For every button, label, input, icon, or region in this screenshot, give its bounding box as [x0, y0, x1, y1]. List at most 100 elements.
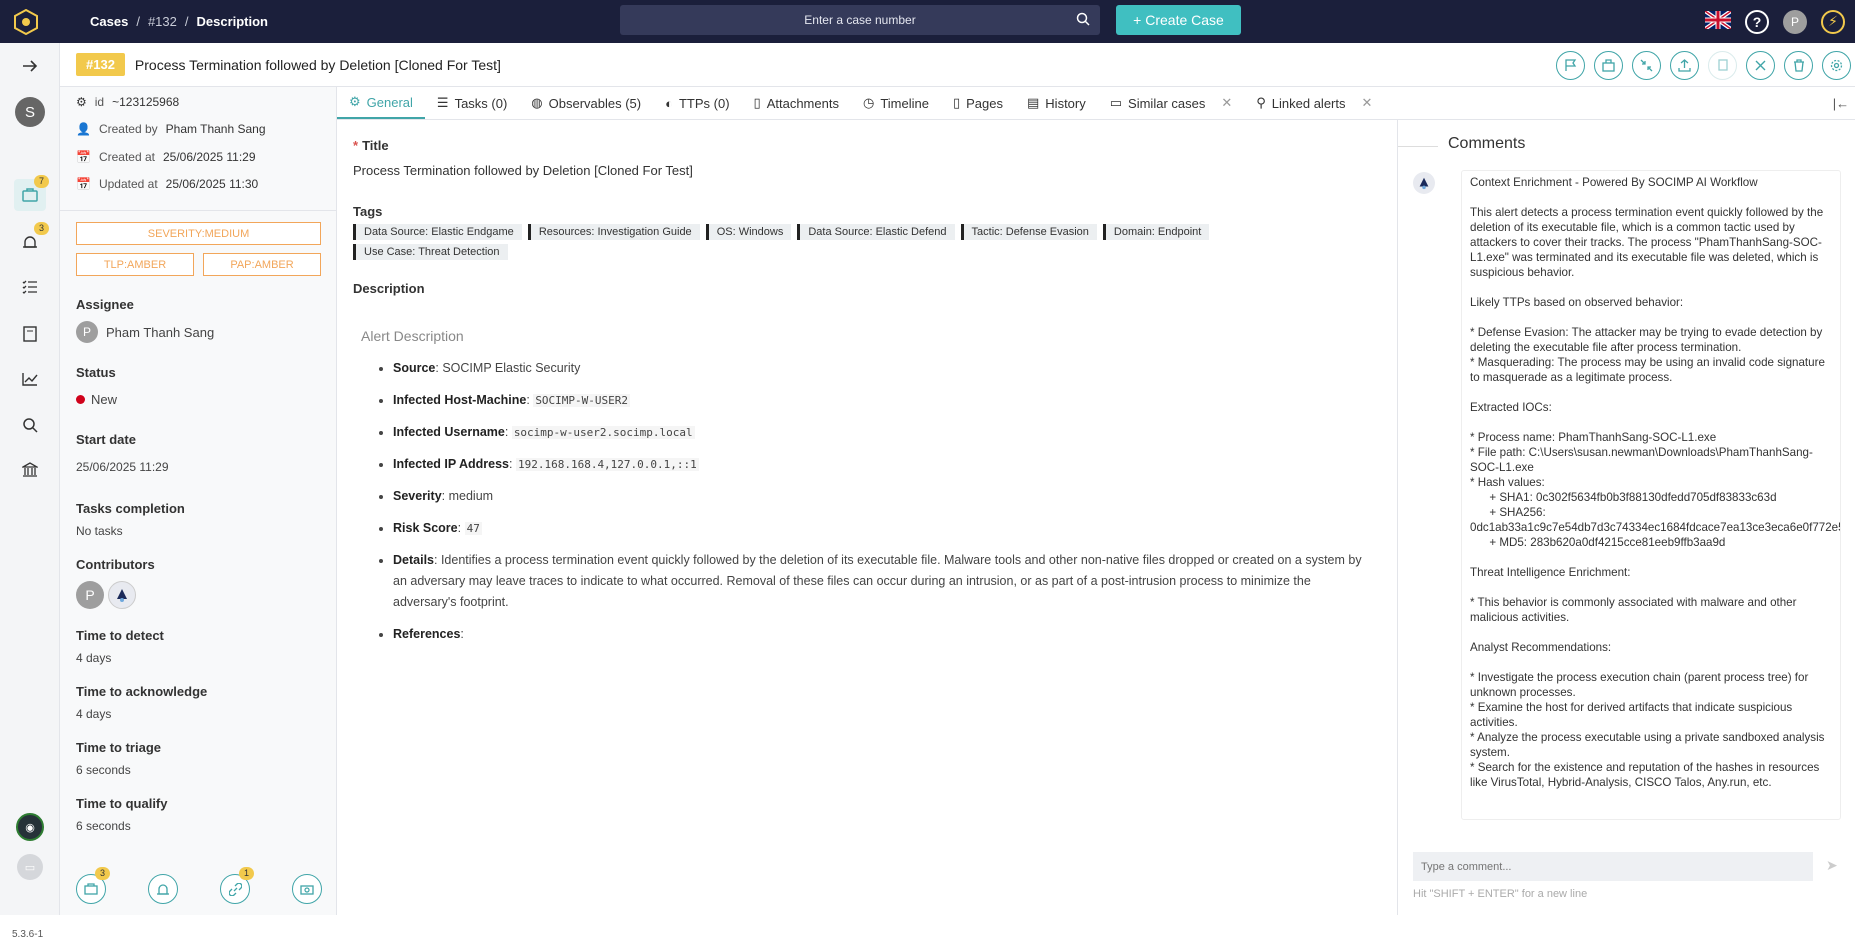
tab-pages[interactable]: ▯ Pages	[941, 87, 1015, 119]
gear-icon: ⚙	[76, 95, 87, 109]
gear-icon	[1830, 59, 1843, 72]
related-cases-button[interactable]: 3	[76, 867, 111, 904]
related-alerts-button[interactable]	[148, 874, 178, 904]
comment-hint: Hit "SHIFT + ENTER" for a new line	[1413, 888, 1588, 900]
chat-icon[interactable]: ▭	[14, 851, 46, 883]
delete-button[interactable]	[1784, 51, 1813, 80]
lightning-icon[interactable]: ⚡	[1821, 9, 1845, 34]
book-icon	[23, 326, 37, 342]
tags-label: Tags	[353, 204, 383, 219]
tab-general[interactable]: ⚙ General	[337, 87, 425, 119]
version-label: 5.3.6-1	[12, 929, 44, 940]
case-header: #132 Process Termination followed by Del…	[60, 43, 1855, 87]
nav-organisation[interactable]	[14, 454, 46, 486]
list-item: Details: Identifies a process terminatio…	[393, 550, 1373, 613]
ttd-label: Time to detect	[76, 628, 164, 643]
alert-description-heading: Alert Description	[361, 328, 464, 344]
flag-button[interactable]	[1556, 51, 1585, 80]
tag[interactable]: Use Case: Threat Detection	[353, 244, 508, 260]
search-icon[interactable]	[1076, 12, 1090, 26]
tags-list[interactable]: Data Source: Elastic Endgame Resources: I…	[353, 224, 1253, 260]
close-case-button[interactable]	[1746, 51, 1775, 80]
org-avatar[interactable]: S	[14, 96, 46, 128]
ttq-value: 6 seconds	[76, 819, 131, 833]
thehive-logo[interactable]	[0, 0, 52, 43]
description-label: Description	[353, 281, 425, 296]
tag[interactable]: Tactic: Defense Evasion	[960, 224, 1097, 240]
brain-icon[interactable]: ◉	[14, 811, 46, 843]
nav-search[interactable]	[14, 409, 46, 441]
send-icon[interactable]: ➤	[1826, 857, 1838, 874]
list-item: Risk Score: 47	[393, 518, 1391, 539]
case-actions	[1556, 51, 1851, 80]
tag[interactable]: Domain: Endpoint	[1102, 224, 1210, 240]
tag[interactable]: Data Source: Elastic Defend	[797, 224, 955, 240]
linked-items-button[interactable]: 1	[220, 867, 255, 904]
tab-linked-alerts[interactable]: ⚲ Linked alerts ✕	[1244, 87, 1384, 119]
close-tab-icon[interactable]: ✕	[1221, 95, 1232, 111]
title-field[interactable]: Process Termination followed by Deletion…	[353, 163, 693, 178]
tag[interactable]: Data Source: Elastic Endgame	[353, 224, 522, 240]
create-case-button[interactable]: + Create Case	[1116, 5, 1241, 35]
tlp-badge[interactable]: TLP:AMBER	[76, 253, 194, 276]
export-button[interactable]	[1670, 51, 1699, 80]
comment-body: Context Enrichment - Powered By SOCIMP A…	[1461, 170, 1841, 820]
case-search-input[interactable]: Enter a case number	[620, 5, 1100, 35]
nav-knowledge[interactable]	[14, 318, 46, 350]
expand-nav-icon[interactable]	[14, 50, 46, 82]
contributor-avatar-bot[interactable]	[108, 581, 136, 609]
link-icon	[228, 882, 242, 896]
tag[interactable]: OS: Windows	[705, 224, 792, 240]
comment-input[interactable]	[1413, 852, 1813, 881]
list-item: Infected Username: socimp-w-user2.socimp…	[393, 422, 1391, 443]
gear-icon: ⚙	[349, 94, 361, 109]
tab-attachments[interactable]: ▯ Attachments	[742, 87, 851, 119]
start-date-value: 25/06/2025 11:29	[76, 460, 169, 474]
settings-button[interactable]	[1822, 51, 1851, 80]
mask-icon: ◐	[665, 95, 673, 111]
collapse-panel-icon[interactable]: |←	[1831, 87, 1851, 120]
created-by-row: 👤 Created by Pham Thanh Sang	[76, 122, 266, 136]
search-icon	[23, 418, 38, 433]
share-button[interactable]	[1594, 51, 1623, 80]
nav-alerts[interactable]: 3	[14, 222, 50, 258]
breadcrumb-cases[interactable]: Cases	[90, 14, 128, 29]
breadcrumb-case[interactable]: #132	[148, 14, 177, 29]
history-icon: ▤	[1027, 95, 1040, 110]
briefcase-icon	[84, 883, 98, 895]
assignee-field[interactable]: P Pham Thanh Sang	[76, 321, 214, 343]
status-field[interactable]: New	[76, 392, 117, 407]
breadcrumb: Cases / #132 / Description	[90, 14, 268, 29]
tab-timeline[interactable]: ◷ Timeline	[851, 87, 941, 119]
tta-label: Time to acknowledge	[76, 684, 208, 699]
contributors-label: Contributors	[76, 557, 155, 572]
tab-history[interactable]: ▤ History	[1015, 87, 1098, 119]
nav-cases[interactable]: 7	[14, 175, 50, 211]
pap-badge[interactable]: PAP:AMBER	[203, 253, 321, 276]
nav-dashboards[interactable]	[14, 363, 46, 395]
briefcase-icon: ▭	[1109, 95, 1123, 110]
copy-button[interactable]	[1708, 51, 1737, 80]
user-avatar[interactable]: P	[1783, 9, 1807, 34]
avatar[interactable]: P	[76, 581, 104, 609]
close-icon	[1755, 60, 1766, 71]
breadcrumb-current: Description	[196, 14, 268, 29]
severity-badge[interactable]: SEVERITY:MEDIUM	[76, 222, 321, 245]
tag[interactable]: Resources: Investigation Guide	[527, 224, 700, 240]
left-nav: S 7 3 ◉ ▭ 5.3.6-1	[0, 43, 60, 940]
tab-similar-cases[interactable]: ▭ Similar cases ✕	[1098, 87, 1245, 119]
uk-flag-icon[interactable]	[1703, 9, 1733, 32]
share-icon	[1602, 59, 1615, 72]
screenshot-button[interactable]	[292, 874, 322, 904]
tab-tasks[interactable]: ☰ Tasks (0)	[425, 87, 519, 119]
tab-ttps[interactable]: ◐ TTPs (0)	[653, 87, 741, 119]
file-icon: ▯	[753, 95, 761, 110]
help-icon[interactable]: ?	[1745, 9, 1769, 34]
general-tab-content: * Title Process Termination followed by D…	[337, 120, 1362, 915]
tab-observables[interactable]: ◍ Observables (5)	[519, 87, 653, 119]
alarm-icon	[157, 883, 169, 895]
close-tab-icon[interactable]: ✕	[1362, 95, 1373, 111]
nav-tasks[interactable]	[14, 271, 46, 303]
merge-button[interactable]	[1632, 51, 1661, 80]
description-field[interactable]: Alert Description Source: SOCIMP Elastic…	[361, 328, 1391, 656]
